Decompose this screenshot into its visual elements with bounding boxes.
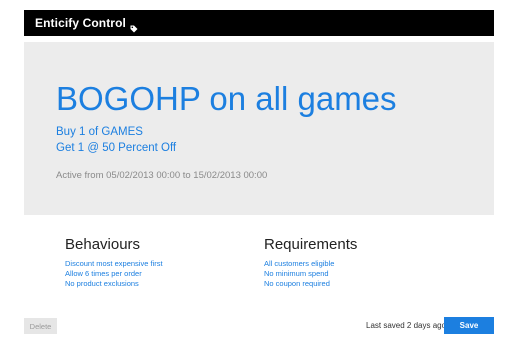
tag-icon xyxy=(130,20,138,33)
delete-button[interactable]: Delete xyxy=(24,318,57,334)
behaviour-item[interactable]: Discount most expensive first xyxy=(65,259,163,269)
app-title[interactable]: Enticify Control xyxy=(35,16,126,30)
promotion-page: Enticify Control BOGOHP on all games Buy… xyxy=(0,0,517,351)
behaviours-section: Behaviours Discount most expensive first… xyxy=(65,236,163,289)
last-saved-status: Last saved 2 days ago xyxy=(366,321,447,330)
requirement-item[interactable]: No minimum spend xyxy=(264,269,357,279)
behaviours-list: Discount most expensive first Allow 6 ti… xyxy=(65,259,163,289)
promotion-summary: BOGOHP on all games Buy 1 of GAMES Get 1… xyxy=(24,42,494,215)
top-bar: Enticify Control xyxy=(24,10,494,36)
behaviour-item[interactable]: Allow 6 times per order xyxy=(65,269,163,279)
promotion-active-dates[interactable]: Active from 05/02/2013 00:00 to 15/02/20… xyxy=(56,170,267,181)
promotion-get-reward[interactable]: Get 1 @ 50 Percent Off xyxy=(56,142,176,154)
requirement-item[interactable]: All customers eligible xyxy=(264,259,357,269)
requirements-list: All customers eligible No minimum spend … xyxy=(264,259,357,289)
requirements-heading: Requirements xyxy=(264,236,358,253)
behaviours-heading: Behaviours xyxy=(65,236,141,253)
requirements-section: Requirements All customers eligible No m… xyxy=(264,236,357,289)
behaviour-item[interactable]: No product exclusions xyxy=(65,279,163,289)
promotion-buy-condition[interactable]: Buy 1 of GAMES xyxy=(56,126,143,138)
requirement-item[interactable]: No coupon required xyxy=(264,279,357,289)
save-button[interactable]: Save xyxy=(444,317,494,334)
promotion-headline[interactable]: BOGOHP on all games xyxy=(56,80,397,118)
